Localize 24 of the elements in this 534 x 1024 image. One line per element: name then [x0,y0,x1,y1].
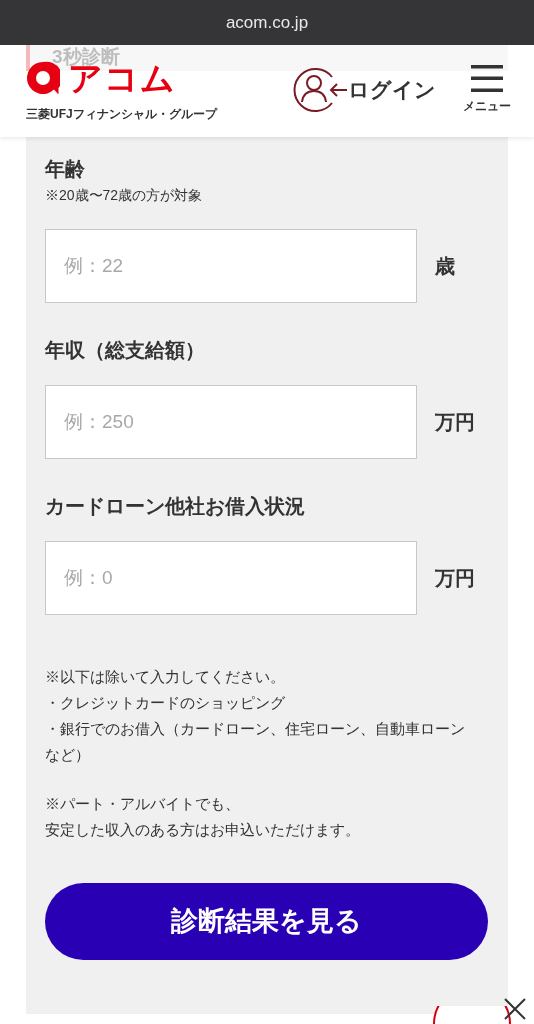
field-label: 年収（総支給額） [45,338,206,363]
note-text: ※以下は除いて入力してください。 [45,667,286,687]
field-label: カードローン他社お借入状況 [45,494,306,519]
note-text: 安定した収入のある方はお申込いただけます。 [45,820,361,840]
field-note: ※20歳〜72歳の方が対象 [45,186,204,205]
menu-icon [471,65,503,92]
close-icon[interactable] [503,997,527,1021]
url-text: acom.co.jp [225,11,309,34]
logo-tagline: 三菱UFJフィナンシャル・グループ [26,107,217,122]
login-link[interactable]: ログイン [292,67,436,113]
submit-button[interactable]: 診断結果を見る [45,883,488,960]
unit-label: 万円 [435,566,475,591]
input-field[interactable]: 例：0 [45,541,417,615]
unit-label: 万円 [435,410,475,435]
input-field[interactable]: 例：250 [45,385,417,459]
menu-button[interactable]: メニュー [458,65,516,115]
user-login-icon [292,67,348,113]
note-text: ※パート・アルバイトでも、 [45,794,241,814]
field-label: 年齢 [45,157,86,182]
unit-label: 歳 [435,254,455,279]
note-text: ・クレジットカードのショッピング [45,693,286,713]
logo-mark-icon [26,61,60,95]
note-text: ・銀行でのお借入（カードローン、住宅ローン、自動車ローンなど） [45,719,466,765]
input-field[interactable]: 例：22 [45,229,417,303]
